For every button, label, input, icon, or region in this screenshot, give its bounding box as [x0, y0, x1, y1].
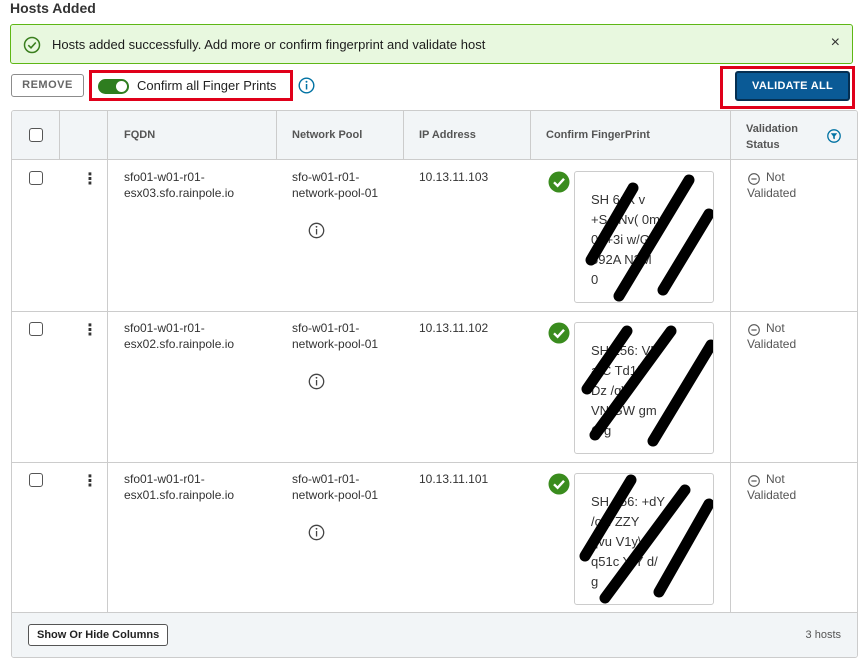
- network-pool-cell: sfo-w01-r01- network-pool-01: [292, 471, 378, 503]
- row-checkbox[interactable]: [29, 171, 43, 185]
- column-separator: [730, 461, 731, 613]
- fqdn-cell: sfo01-w01-r01- esx03.sfo.rainpole.io: [124, 169, 234, 201]
- column-header-confirm-fingerprint[interactable]: Confirm FingerPrint: [546, 129, 650, 141]
- fqdn-line: esx02.sfo.rainpole.io: [124, 337, 235, 351]
- row-checkbox[interactable]: [29, 473, 43, 487]
- hosts-datagrid: FQDN Network Pool IP Address Confirm Fin…: [11, 110, 858, 658]
- column-separator[interactable]: [403, 111, 404, 159]
- column-separator: [730, 159, 731, 311]
- info-icon[interactable]: [308, 524, 325, 541]
- table-row: ⋮ sfo01-w01-r01- esx02.sfo.rainpole.io s…: [12, 310, 857, 463]
- select-all-checkbox[interactable]: [29, 128, 43, 142]
- status-text: Not: [766, 169, 785, 185]
- status-text: Validated: [747, 487, 796, 503]
- success-check-icon: [23, 36, 41, 54]
- network-pool-cell: sfo-w01-r01- network-pool-01: [292, 320, 378, 352]
- status-line: Validated: [747, 337, 797, 351]
- status-text: Validated: [747, 185, 796, 201]
- alert-message: Hosts added successfully. Add more or co…: [52, 37, 486, 52]
- table-row: ⋮ sfo01-w01-r01- esx01.sfo.rainpole.io s…: [12, 461, 857, 614]
- network-pool-line: network-pool-01: [292, 186, 379, 200]
- column-separator: [107, 461, 108, 613]
- column-header-fqdn[interactable]: FQDN: [124, 129, 155, 141]
- fqdn-line: sfo01-w01-r01-: [124, 472, 205, 486]
- table-row: ⋮ sfo01-w01-r01- esx03.sfo.rainpole.io s…: [12, 159, 857, 312]
- network-pool-line: network-pool-01: [292, 337, 379, 351]
- row-actions-icon[interactable]: ⋮: [82, 169, 98, 189]
- fqdn-line: esx03.sfo.rainpole.io: [124, 186, 235, 200]
- redaction-marks: [581, 325, 713, 447]
- column-separator[interactable]: [276, 111, 277, 159]
- column-separator: [107, 159, 108, 311]
- column-header-network-pool[interactable]: Network Pool: [292, 129, 362, 141]
- status-line: Validated: [747, 488, 797, 502]
- column-separator[interactable]: [730, 111, 731, 159]
- network-pool-line: sfo-w01-r01-: [292, 472, 360, 486]
- status-text: Validated: [747, 336, 796, 352]
- grid-footer: Show Or Hide Columns 3 hosts: [12, 612, 857, 657]
- status-text: Not: [766, 320, 785, 336]
- not-validated-icon: [748, 324, 760, 336]
- fingerprint-box: SH 6:lX v +S gNv( 0m 0L+3i w/G 592A N3M …: [574, 171, 714, 303]
- not-validated-icon: [748, 173, 760, 185]
- close-icon[interactable]: ×: [831, 34, 840, 52]
- grid-header: FQDN Network Pool IP Address Confirm Fin…: [12, 111, 857, 160]
- column-separator: [59, 111, 60, 159]
- ip-address-cell: 10.13.11.103: [419, 170, 489, 184]
- column-separator[interactable]: [530, 111, 531, 159]
- fingerprint-box: SH 256: +dY /oN ZZY qvu V1y\ q51c YfY d/…: [574, 473, 714, 605]
- validation-status-line1: Validation: [746, 123, 798, 135]
- network-pool-line: sfo-w01-r01-: [292, 170, 360, 184]
- info-icon[interactable]: [308, 222, 325, 239]
- section-title: Hosts Added: [10, 0, 96, 16]
- redaction-marks: [579, 474, 713, 604]
- row-actions-icon[interactable]: ⋮: [82, 320, 98, 340]
- confirm-fingerprints-highlight: Confirm all Finger Prints: [89, 70, 293, 101]
- confirm-fingerprints-label: Confirm all Finger Prints: [137, 78, 277, 93]
- fingerprint-confirmed-icon: [548, 171, 570, 193]
- column-header-ip-address[interactable]: IP Address: [419, 129, 476, 141]
- row-checkbox[interactable]: [29, 322, 43, 336]
- fqdn-cell: sfo01-w01-r01- esx02.sfo.rainpole.io: [124, 320, 234, 352]
- row-actions-icon[interactable]: ⋮: [82, 471, 98, 491]
- success-alert: Hosts added successfully. Add more or co…: [10, 24, 853, 64]
- fqdn-line: sfo01-w01-r01-: [124, 170, 205, 184]
- fqdn-line: sfo01-w01-r01-: [124, 321, 205, 335]
- network-pool-line: sfo-w01-r01-: [292, 321, 360, 335]
- column-separator: [107, 310, 108, 462]
- fingerprint-confirmed-icon: [548, 473, 570, 495]
- validation-status-line2: Status: [746, 139, 780, 151]
- column-header-validation-status[interactable]: Validation Status: [746, 121, 798, 153]
- status-line: Not: [766, 321, 785, 335]
- status-text: Not: [766, 471, 785, 487]
- validate-all-button[interactable]: VALIDATE ALL: [735, 71, 850, 101]
- network-pool-line: network-pool-01: [292, 488, 379, 502]
- column-separator: [730, 310, 731, 462]
- status-line: Validated: [747, 186, 797, 200]
- network-pool-cell: sfo-w01-r01- network-pool-01: [292, 169, 378, 201]
- remove-button[interactable]: REMOVE: [11, 74, 84, 97]
- not-validated-icon: [748, 475, 760, 487]
- info-icon[interactable]: [298, 77, 315, 94]
- status-line: Not: [766, 472, 785, 486]
- fqdn-cell: sfo01-w01-r01- esx01.sfo.rainpole.io: [124, 471, 234, 503]
- filter-icon[interactable]: [827, 129, 841, 143]
- fqdn-line: esx01.sfo.rainpole.io: [124, 488, 235, 502]
- redaction-marks: [585, 174, 713, 302]
- info-icon[interactable]: [308, 373, 325, 390]
- fingerprint-confirmed-icon: [548, 322, 570, 344]
- host-count: 3 hosts: [805, 629, 841, 641]
- confirm-fingerprints-toggle[interactable]: [98, 79, 129, 94]
- status-line: Not: [766, 170, 785, 184]
- show-hide-columns-button[interactable]: Show Or Hide Columns: [28, 624, 169, 646]
- fingerprint-box: SH 256: VN a/C Td1f Dz /qW VN GW gm C g: [574, 322, 714, 454]
- toggle-knob: [116, 81, 127, 92]
- ip-address-cell: 10.13.11.101: [419, 472, 489, 486]
- column-separator: [107, 111, 108, 159]
- ip-address-cell: 10.13.11.102: [419, 321, 489, 335]
